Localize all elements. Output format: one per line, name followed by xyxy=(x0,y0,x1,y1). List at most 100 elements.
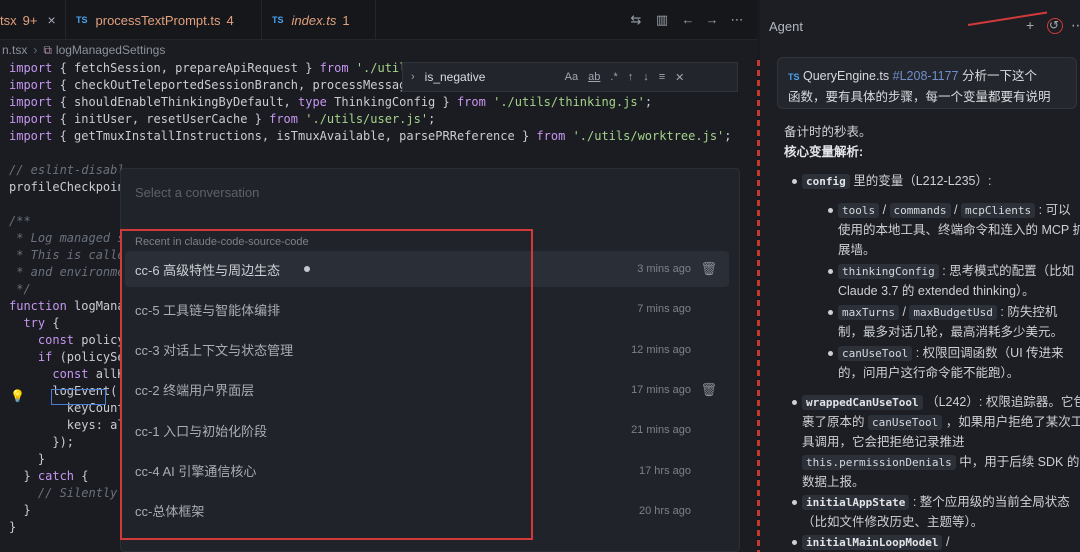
back-arrow-icon[interactable]: ← xyxy=(680,12,696,28)
code-line: */ xyxy=(9,282,31,296)
bullet xyxy=(828,269,833,274)
toggle-replace-chevron-icon[interactable]: › xyxy=(411,71,415,83)
response-text: : 防失控机 xyxy=(1000,305,1058,319)
previous-match-icon[interactable]: ↑ xyxy=(628,71,634,83)
trash-icon[interactable]: 🗑 xyxy=(700,382,717,398)
tab-prefix: tsx xyxy=(0,12,17,28)
more-actions-icon[interactable]: ⋯ xyxy=(729,12,745,28)
response-text: Claude 3.7 的 extended thinking）。 xyxy=(838,284,1035,298)
close-find-icon[interactable]: ✕ xyxy=(675,71,684,84)
editor-tab-bar: tsx 9+ × TS processTextPrompt.ts 4 TS in… xyxy=(0,0,757,40)
code-line: import { fetchSession, prepareApiRequest… xyxy=(9,61,421,75)
bullet-maxturns: maxTurns / maxBudgetUsd : 防失控机 xyxy=(838,302,1057,323)
bullet-canusetool: canUseTool : 权限回调函数（UI 传进来 xyxy=(838,343,1064,364)
response-text: 中，用于后续 SDK 的 xyxy=(959,455,1080,469)
typescript-icon: TS xyxy=(76,15,88,25)
split-editor-icon[interactable]: ▥ xyxy=(654,12,670,28)
forward-arrow-icon[interactable]: → xyxy=(704,12,720,28)
response-text: : 整个应用级的当前全局状态 xyxy=(912,495,1070,509)
code-chip: canUseTool xyxy=(868,415,943,430)
annotation-arrow xyxy=(967,11,1048,26)
response-text: 使用的本地工具、终端命令和连入的 MCP 扩 xyxy=(838,223,1080,237)
code-line: import { shouldEnableThinkingByDefault, … xyxy=(9,95,653,109)
close-icon[interactable]: × xyxy=(47,12,55,28)
breadcrumb-symbol[interactable]: logManagedSettings xyxy=(56,43,165,57)
bullet xyxy=(828,351,833,356)
tab-problem-count: 4 xyxy=(226,12,234,28)
user-prompt-card[interactable]: TS QueryEngine.ts #L208-1177 分析一下这个 函数，要… xyxy=(777,57,1077,109)
code-chip: config xyxy=(802,174,850,189)
code-line: keys: al xyxy=(9,418,125,432)
response-text: 裹了原本的 xyxy=(802,415,865,429)
conversation-time: 7 mins ago xyxy=(637,303,691,316)
code-line: try { xyxy=(23,316,60,330)
code-line: /** xyxy=(9,214,31,228)
bullet xyxy=(792,500,797,505)
agent-title: Agent xyxy=(769,19,803,34)
response-text: （L242）: 权限追踪器。它包 xyxy=(926,395,1080,409)
response-text: / xyxy=(945,535,950,549)
lightbulb-icon[interactable]: 💡 xyxy=(10,389,25,403)
response-text: ，如果用户拒绝了某次工 xyxy=(945,415,1080,429)
code-line: if (policySe xyxy=(37,350,125,364)
trash-icon[interactable]: 🗑 xyxy=(700,261,717,277)
code-line: // eslint-disabl xyxy=(9,163,125,177)
response-text: : 权限回调函数（UI 传进来 xyxy=(915,346,1064,360)
agent-header: Agent + ↺ ⋯ xyxy=(760,0,1080,52)
tab-tsx[interactable]: tsx 9+ × xyxy=(0,0,66,40)
code-chip: commands xyxy=(889,203,951,218)
tab-processtextprompt[interactable]: TS processTextPrompt.ts 4 xyxy=(66,0,262,40)
regex-toggle[interactable]: .* xyxy=(610,71,617,83)
tab-label: index.ts xyxy=(291,12,337,28)
conversation-time: 3 mins ago xyxy=(637,263,691,275)
code-line: * This is calle xyxy=(9,248,125,262)
code-chip: initialMainLoopModel xyxy=(802,535,943,550)
chevron-right-icon: › xyxy=(33,43,38,57)
bullet-tools: tools / commands / mcpClients : 可以 xyxy=(838,200,1071,221)
find-widget: › is_negative Aa ab .* ↑ ↓ ≡ ✕ xyxy=(402,62,738,92)
bullet xyxy=(792,540,797,545)
match-case-toggle[interactable]: Aa xyxy=(565,71,578,83)
more-actions-icon[interactable]: ⋯ xyxy=(1071,17,1080,34)
breadcrumb: n.tsx › ⧉ logManagedSettings xyxy=(0,40,757,60)
typescript-icon: TS xyxy=(788,72,800,82)
tab-index[interactable]: TS index.ts 1 xyxy=(262,0,376,40)
match-word-toggle[interactable]: ab xyxy=(588,71,600,83)
response-text: 具调用，它会把拒绝记录推进 xyxy=(802,435,965,449)
bullet xyxy=(828,208,833,213)
find-input[interactable]: is_negative xyxy=(425,70,565,84)
bullet xyxy=(792,400,797,405)
response-heading: 核心变量解析: xyxy=(784,145,864,159)
code-chip: tools xyxy=(838,203,880,218)
bullet-wrapped: wrappedCanUseTool （L242）: 权限追踪器。它包 xyxy=(802,392,1080,413)
annotation-circle xyxy=(1047,18,1063,34)
code-chip: thinkingConfig xyxy=(838,264,939,279)
conversation-time: 17 mins ago xyxy=(631,383,691,396)
conversation-time: 20 hrs ago xyxy=(639,504,691,517)
prompt-file-ref[interactable]: QueryEngine.ts xyxy=(803,69,889,83)
next-match-icon[interactable]: ↓ xyxy=(643,71,649,83)
breadcrumb-file[interactable]: n.tsx xyxy=(0,43,27,57)
response-text: 的，问用户这行命令能不能跑）。 xyxy=(838,366,1020,380)
bullet-thinking: thinkingConfig : 思考模式的配置（比如 xyxy=(838,261,1074,282)
cube-icon: ⧉ xyxy=(43,42,52,57)
bullet-config: config 里的变量（L212-L235）: xyxy=(802,171,992,192)
code-line: profileCheckpoin xyxy=(9,180,125,194)
new-chat-icon[interactable]: + xyxy=(1026,17,1034,33)
annotation-red-box xyxy=(120,229,533,540)
code-line: } xyxy=(9,452,46,466)
code-chip: maxBudgetUsd xyxy=(909,305,997,320)
response-text: 备计时的秒表。 xyxy=(784,125,872,139)
split-compare-icon[interactable]: ⇆ xyxy=(628,12,644,28)
code-chip: mcpClients xyxy=(960,203,1036,218)
code-line: import { checkOutTeleportedSessionBranch… xyxy=(9,78,421,92)
tab-problem-count: 1 xyxy=(342,12,350,28)
tab-badge: 9+ xyxy=(22,12,38,28)
code-chip: initialAppState xyxy=(802,495,910,510)
response-text-line: 裹了原本的 canUseTool ，如果用户拒绝了某次工 xyxy=(802,412,1080,433)
code-line: }); xyxy=(9,435,75,449)
conversation-search-input[interactable]: Select a conversation xyxy=(135,185,259,200)
find-in-selection-icon[interactable]: ≡ xyxy=(659,71,665,83)
response-text: 展墙。 xyxy=(838,243,876,257)
code-line: const allK xyxy=(52,367,125,381)
